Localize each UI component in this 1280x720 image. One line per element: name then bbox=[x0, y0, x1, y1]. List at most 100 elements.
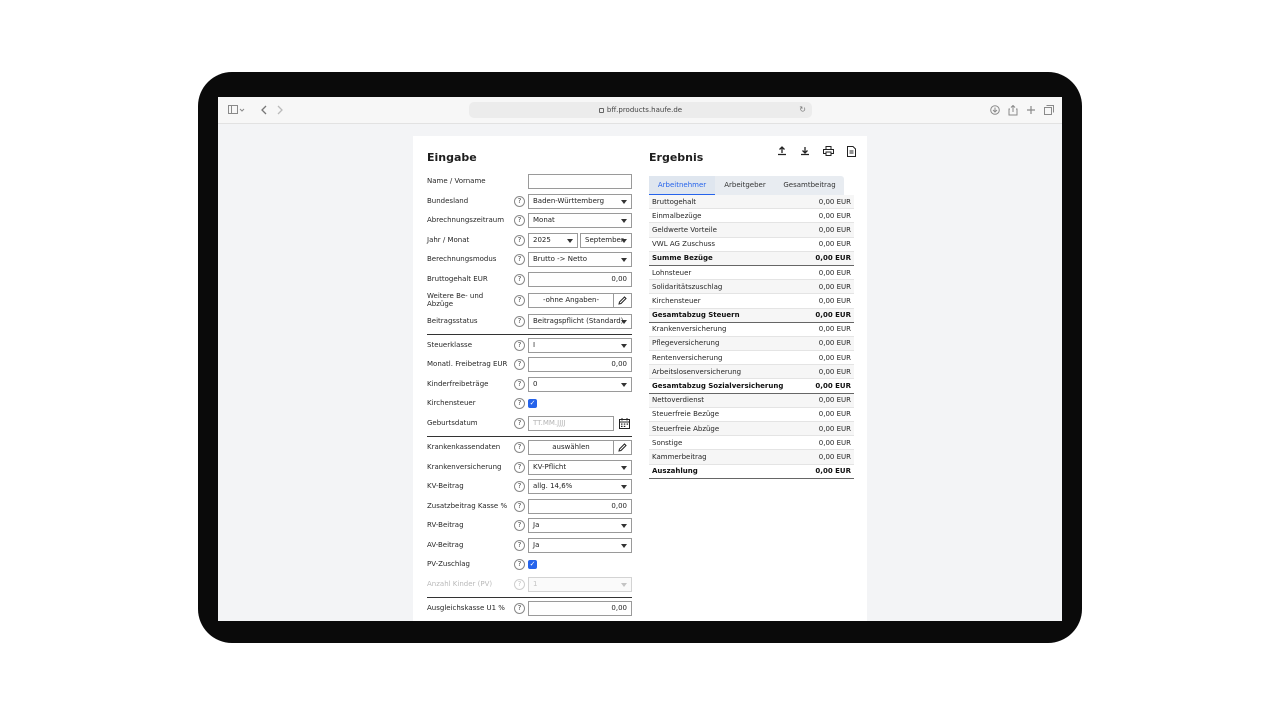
row-freibetrag: Monatl. Freibetrag EUR ? 0,00 bbox=[427, 357, 633, 373]
share-icon[interactable] bbox=[1007, 104, 1019, 116]
download-icon[interactable] bbox=[989, 104, 1001, 116]
help-icon[interactable]: ? bbox=[514, 274, 525, 285]
year-select[interactable]: 2025 bbox=[528, 233, 578, 248]
help-icon[interactable]: ? bbox=[514, 215, 525, 226]
row-berechnungsmodus: Berechnungsmodus ? Brutto -> Netto bbox=[427, 252, 633, 268]
result-row: Auszahlung 0,00 EUR bbox=[649, 465, 854, 479]
download-file-icon[interactable] bbox=[799, 145, 811, 157]
rv-beitrag-label: RV-Beitrag bbox=[427, 521, 464, 529]
print-icon[interactable] bbox=[822, 145, 834, 157]
month-select[interactable]: September bbox=[580, 233, 632, 248]
help-icon[interactable]: ? bbox=[514, 418, 525, 429]
pv-zuschlag-checkbox[interactable]: ✓ bbox=[528, 560, 537, 569]
kinderfreibetraege-select[interactable]: 0 bbox=[528, 377, 632, 392]
tab-overview-icon[interactable] bbox=[1043, 104, 1055, 116]
result-row-label: Geldwerte Vorteile bbox=[652, 225, 717, 234]
row-weitere: Weitere Be- und Abzüge ? -ohne Angaben- bbox=[427, 292, 633, 309]
row-bruttogehalt: Bruttogehalt EUR ? 0,00 bbox=[427, 272, 633, 288]
document-icon[interactable] bbox=[845, 145, 857, 157]
result-row-label: Summe Bezüge bbox=[652, 254, 713, 263]
new-tab-icon[interactable] bbox=[1025, 104, 1037, 116]
result-row-value: 0,00 EUR bbox=[818, 240, 851, 249]
result-row: Lohnsteuer 0,00 EUR bbox=[649, 266, 854, 281]
berechnungsmodus-label: Berechnungsmodus bbox=[427, 255, 497, 263]
help-icon[interactable]: ? bbox=[514, 442, 525, 453]
help-icon[interactable]: ? bbox=[514, 235, 525, 246]
help-icon[interactable]: ? bbox=[514, 481, 525, 492]
help-icon[interactable]: ? bbox=[514, 540, 525, 551]
help-icon[interactable]: ? bbox=[514, 340, 525, 351]
help-icon[interactable]: ? bbox=[514, 196, 525, 207]
result-row-value: 0,00 EUR bbox=[818, 367, 851, 376]
url-text: bff.products.haufe.de bbox=[606, 106, 683, 114]
krankenversicherung-select[interactable]: KV-Pflicht bbox=[528, 460, 632, 475]
name-input[interactable] bbox=[528, 174, 632, 189]
av-beitrag-select[interactable]: Ja bbox=[528, 538, 632, 553]
result-row: Arbeitslosenversicherung 0,00 EUR bbox=[649, 365, 854, 380]
result-row-value: 0,00 EUR bbox=[818, 211, 851, 220]
help-icon[interactable]: ? bbox=[514, 379, 525, 390]
sidebar-icon[interactable] bbox=[228, 104, 246, 116]
result-row-value: 0,00 EUR bbox=[815, 254, 851, 263]
result-row: Geldwerte Vorteile 0,00 EUR bbox=[649, 223, 854, 238]
reload-icon[interactable]: ↻ bbox=[799, 105, 806, 114]
divider bbox=[427, 436, 632, 437]
tab-arbeitgeber[interactable]: Arbeitgeber bbox=[715, 176, 775, 196]
result-row: Nettoverdienst 0,00 EUR bbox=[649, 393, 854, 408]
back-icon[interactable] bbox=[258, 104, 268, 116]
help-icon[interactable]: ? bbox=[514, 520, 525, 531]
row-kirchensteuer: Kirchensteuer ? ✓ bbox=[427, 396, 633, 412]
tab-arbeitnehmer[interactable]: Arbeitnehmer bbox=[649, 176, 715, 196]
beitragsstatus-select[interactable]: Beitragspflicht (Standard) bbox=[528, 314, 632, 329]
berechnungsmodus-select[interactable]: Brutto -> Netto bbox=[528, 252, 632, 267]
krankenkassendaten-button[interactable]: auswählen bbox=[528, 440, 632, 455]
kirchensteuer-checkbox[interactable]: ✓ bbox=[528, 399, 537, 408]
result-row-value: 0,00 EUR bbox=[815, 382, 851, 391]
result-row: Gesamtabzug Steuern 0,00 EUR bbox=[649, 308, 854, 323]
result-row-label: Steuerfreie Bezüge bbox=[652, 410, 720, 419]
result-row: Summe Bezüge 0,00 EUR bbox=[649, 251, 854, 266]
help-icon[interactable]: ? bbox=[514, 359, 525, 370]
geburtsdatum-label: Geburtsdatum bbox=[427, 419, 478, 427]
help-icon[interactable]: ? bbox=[514, 559, 525, 570]
help-icon[interactable]: ? bbox=[514, 501, 525, 512]
help-icon[interactable]: ? bbox=[514, 603, 525, 614]
zusatzbeitrag-input[interactable]: 0,00 bbox=[528, 499, 632, 514]
divider bbox=[427, 597, 632, 598]
bundesland-select[interactable]: Baden-Württemberg bbox=[528, 194, 632, 209]
result-row-label: Auszahlung bbox=[652, 467, 698, 476]
abrechnungszeitraum-select[interactable]: Monat bbox=[528, 213, 632, 228]
result-title: Ergebnis bbox=[649, 151, 704, 164]
kv-beitrag-select[interactable]: allg. 14,6% bbox=[528, 479, 632, 494]
help-icon[interactable]: ? bbox=[514, 462, 525, 473]
address-bar[interactable]: bff.products.haufe.de ↻ bbox=[469, 102, 812, 118]
pencil-icon[interactable] bbox=[613, 441, 631, 454]
freibetrag-input[interactable]: 0,00 bbox=[528, 357, 632, 372]
jahr-monat-label: Jahr / Monat bbox=[427, 236, 470, 244]
zusatzbeitrag-label: Zusatzbeitrag Kasse % bbox=[427, 502, 508, 510]
result-row: Kammerbeitrag 0,00 EUR bbox=[649, 450, 854, 465]
result-row-label: Gesamtabzug Steuern bbox=[652, 311, 740, 320]
help-icon[interactable]: ? bbox=[514, 316, 525, 327]
help-icon[interactable]: ? bbox=[514, 254, 525, 265]
ausgleichskasse-input[interactable]: 0,00 bbox=[528, 601, 632, 616]
upload-icon[interactable] bbox=[776, 145, 788, 157]
tab-gesamtbeitrag[interactable]: Gesamtbeitrag bbox=[775, 176, 844, 196]
forward-icon[interactable] bbox=[275, 104, 285, 116]
bruttogehalt-input[interactable]: 0,00 bbox=[528, 272, 632, 287]
pencil-icon[interactable] bbox=[613, 294, 631, 307]
steuerklasse-select[interactable]: I bbox=[528, 338, 632, 353]
bruttogehalt-label: Bruttogehalt EUR bbox=[427, 275, 488, 283]
bundesland-label: Bundesland bbox=[427, 197, 469, 205]
weitere-button[interactable]: -ohne Angaben- bbox=[528, 293, 632, 308]
calendar-icon[interactable] bbox=[618, 417, 631, 430]
row-ausgleichskasse: Ausgleichskasse U1 % ? 0,00 bbox=[427, 601, 633, 617]
help-icon[interactable]: ? bbox=[514, 398, 525, 409]
rv-beitrag-select[interactable]: Ja bbox=[528, 518, 632, 533]
help-icon[interactable]: ? bbox=[514, 295, 525, 306]
result-row-label: Lohnsteuer bbox=[652, 268, 692, 277]
av-beitrag-label: AV-Beitrag bbox=[427, 541, 464, 549]
anzahl-kinder-label: Anzahl Kinder (PV) bbox=[427, 580, 493, 588]
geburtsdatum-input[interactable]: TT.MM.JJJJ bbox=[528, 416, 614, 431]
row-krankenkassendaten: Krankenkassendaten ? auswählen bbox=[427, 440, 633, 456]
